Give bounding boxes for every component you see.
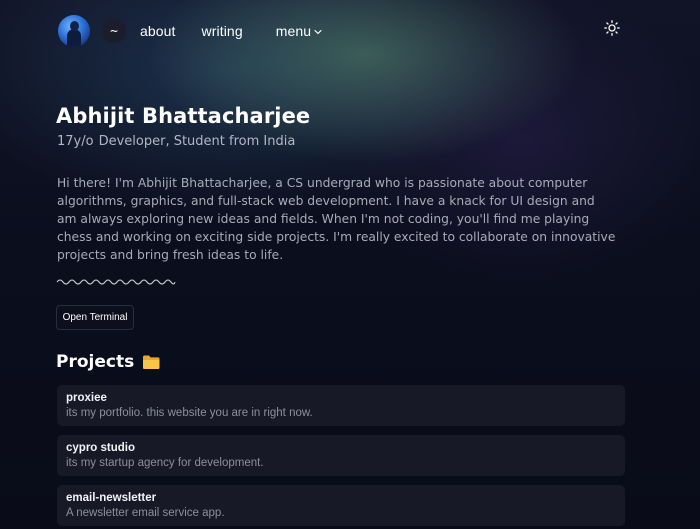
nav-link-writing[interactable]: writing [202, 23, 243, 39]
nav-menu-label: menu [275, 23, 312, 39]
bio-paragraph: Hi there! I'm Abhijit Bhattacharjee, a C… [57, 176, 616, 262]
subtitle: 17y/o Developer, Student from India [57, 134, 295, 149]
folder-icon [142, 354, 161, 370]
theme-toggle-button[interactable] [602, 19, 622, 41]
project-title: proxiee [66, 392, 107, 404]
sun-icon [604, 20, 620, 40]
project-card[interactable]: cypro studio its my startup agency for d… [57, 435, 625, 476]
nav-link-about[interactable]: about [140, 23, 176, 39]
projects-heading: Projects [56, 352, 161, 372]
page: ~ about writing menu Abhijit Bhattacharj… [0, 0, 700, 529]
top-nav: ~ about writing menu [58, 14, 622, 48]
home-button[interactable]: ~ [102, 19, 126, 43]
open-terminal-button[interactable]: Open Terminal [56, 305, 134, 330]
chevron-down-icon [314, 27, 322, 37]
projects-heading-label: Projects [56, 352, 135, 372]
squiggle-divider [56, 279, 176, 285]
projects-list: proxiee its my portfolio. this website y… [57, 385, 625, 529]
project-title: email-newsletter [66, 492, 157, 504]
project-description: its my startup agency for development. [66, 457, 264, 469]
project-title: cypro studio [66, 442, 136, 454]
project-card[interactable]: email-newsletter A newsletter email serv… [57, 485, 625, 526]
project-description: its my portfolio. this website you are i… [66, 407, 313, 419]
avatar[interactable] [58, 15, 90, 47]
project-card[interactable]: proxiee its my portfolio. this website y… [57, 385, 625, 426]
nav-menu-dropdown[interactable]: menu [276, 23, 322, 39]
role-label: Developer, Student from India [98, 134, 296, 149]
page-title: Abhijit Bhattacharjee [56, 104, 311, 128]
project-description: A newsletter email service app. [66, 507, 225, 519]
age-label: 17y/o [57, 134, 94, 149]
